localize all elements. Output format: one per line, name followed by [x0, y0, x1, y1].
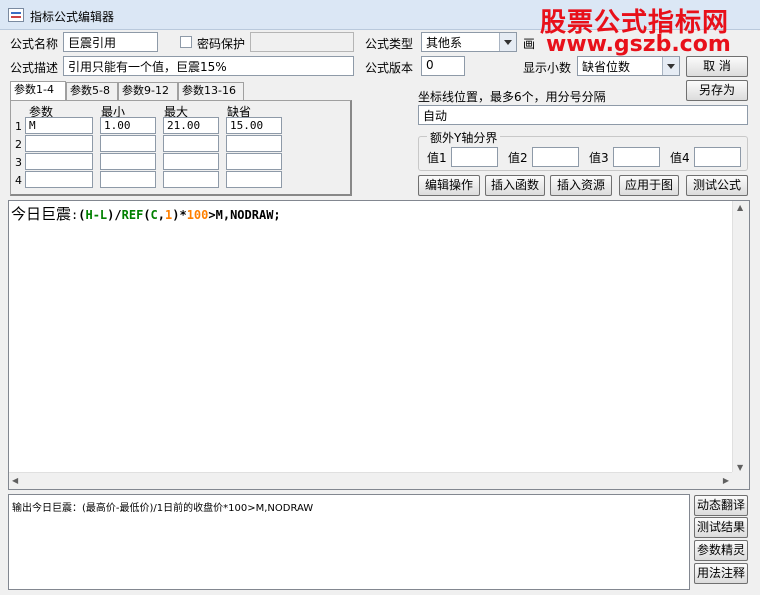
code-token: C — [150, 208, 158, 222]
password-label: 密码保护 — [197, 37, 246, 51]
scroll-right-icon[interactable]: ▶ — [723, 476, 729, 485]
decimal-value: 缺省位数 — [582, 60, 631, 74]
code-token: )* — [172, 208, 187, 222]
draw-label: 画 — [523, 37, 536, 51]
tab-params-5-8[interactable]: 参数5-8 — [66, 82, 118, 100]
insert-function-button[interactable]: 插入函数 — [485, 175, 545, 196]
formula-name-label: 公式名称 — [10, 37, 59, 51]
apply-to-chart-button[interactable]: 应用于图 — [619, 175, 679, 196]
param-min-cell[interactable]: 1.00 — [100, 117, 156, 134]
param-name-cell[interactable] — [25, 171, 93, 188]
code-editor[interactable]: 今日巨震:(H-L)/REF(C,1)*100>M,NODRAW; ▲ ▼ ◀ … — [8, 200, 750, 490]
code-token: ( — [143, 208, 151, 222]
translation-output[interactable]: 输出今日巨震：(最高价-最低价)/1日前的收盘价*100>M,NODRAW — [8, 494, 690, 590]
code-token: 100 — [186, 208, 209, 222]
code-token: H-L — [85, 208, 108, 222]
cancel-button[interactable]: 取 消 — [686, 56, 748, 77]
test-results-button[interactable]: 测试结果 — [694, 517, 748, 538]
param-wizard-button[interactable]: 参数精灵 — [694, 540, 748, 561]
translation-text: 输出今日巨震：(最高价-最低价)/1日前的收盘价*100>M,NODRAW — [12, 503, 314, 514]
test-formula-button[interactable]: 测试公式 — [686, 175, 748, 196]
insert-resource-button[interactable]: 插入资源 — [550, 175, 612, 196]
value3-input[interactable] — [613, 147, 660, 167]
code-variable-name: 今日巨震 — [11, 205, 72, 223]
decimal-label: 显示小数 — [523, 61, 572, 75]
param-default-cell[interactable] — [226, 153, 282, 170]
code-token: )/ — [107, 208, 122, 222]
watermark-logo-url: www.gszb.com — [546, 32, 731, 57]
formula-type-value: 其他系 — [426, 36, 463, 50]
value1-label: 值1 — [427, 151, 447, 165]
formula-name-input[interactable]: 巨震引用 — [63, 32, 158, 52]
formula-type-label: 公式类型 — [365, 37, 414, 51]
value3-label: 值3 — [589, 151, 609, 165]
param-max-cell[interactable] — [163, 153, 219, 170]
param-default-cell[interactable] — [226, 171, 282, 188]
param-name-cell[interactable] — [25, 135, 93, 152]
extra-y-axis-title: 额外Y轴分界 — [427, 129, 501, 146]
axis-position-input[interactable]: 自动 — [418, 105, 748, 125]
value2-label: 值2 — [508, 151, 528, 165]
value4-label: 值4 — [670, 151, 690, 165]
param-min-cell[interactable] — [100, 135, 156, 152]
tab-params-1-4[interactable]: 参数1-4 — [10, 81, 66, 101]
horizontal-scrollbar[interactable]: ◀ ▶ — [9, 472, 732, 489]
dynamic-translate-button[interactable]: 动态翻译 — [694, 495, 748, 516]
param-row-number: 4 — [15, 174, 22, 187]
value2-input[interactable] — [532, 147, 579, 167]
value1-input[interactable] — [451, 147, 498, 167]
param-row-number: 3 — [15, 156, 22, 169]
value4-input[interactable] — [694, 147, 741, 167]
code-line: 今日巨震:(H-L)/REF(C,1)*100>M,NODRAW; — [11, 203, 281, 224]
scroll-down-icon[interactable]: ▼ — [737, 463, 743, 472]
code-token: REF — [121, 208, 144, 222]
password-checkbox[interactable] — [180, 36, 192, 48]
param-table: 参数 最小 最大 缺省 1 M 1.00 21.00 15.00 2 3 4 — [10, 100, 352, 196]
param-name-cell[interactable] — [25, 153, 93, 170]
param-max-cell[interactable] — [163, 171, 219, 188]
scroll-up-icon[interactable]: ▲ — [737, 203, 743, 212]
param-min-cell[interactable] — [100, 153, 156, 170]
code-token: , — [157, 208, 166, 222]
param-min-cell[interactable] — [100, 171, 156, 188]
tab-params-13-16[interactable]: 参数13-16 — [178, 82, 244, 100]
param-default-cell[interactable] — [226, 135, 282, 152]
tab-params-9-12[interactable]: 参数9-12 — [118, 82, 178, 100]
formula-version-input[interactable]: 0 — [421, 56, 465, 76]
code-expression: (H-L)/REF(C,1)*100>M,NODRAW; — [78, 208, 280, 222]
usage-notes-button[interactable]: 用法注释 — [694, 563, 748, 584]
code-token: >M,NODRAW; — [208, 208, 281, 222]
extra-y-axis-group: 额外Y轴分界 值1 值2 值3 值4 — [418, 129, 748, 171]
axis-position-label: 坐标线位置，最多6个，用分号分隔 — [418, 90, 606, 104]
formula-type-select[interactable]: 其他系 — [421, 32, 517, 52]
scrollbar-corner — [732, 472, 749, 489]
formula-version-label: 公式版本 — [365, 61, 414, 75]
param-default-cell[interactable]: 15.00 — [226, 117, 282, 134]
scroll-left-icon[interactable]: ◀ — [12, 476, 18, 485]
chevron-down-icon — [499, 33, 516, 51]
param-row-number: 2 — [15, 138, 22, 151]
formula-desc-label: 公式描述 — [10, 61, 59, 75]
app-icon — [8, 8, 24, 22]
password-input — [250, 32, 354, 52]
formula-desc-input[interactable]: 引用只能有一个值，巨震15% — [63, 56, 354, 76]
param-max-cell[interactable] — [163, 135, 219, 152]
chevron-down-icon — [662, 57, 679, 75]
param-name-cell[interactable]: M — [25, 117, 93, 134]
decimal-select[interactable]: 缺省位数 — [577, 56, 680, 76]
vertical-scrollbar[interactable]: ▲ ▼ — [732, 201, 749, 474]
param-max-cell[interactable]: 21.00 — [163, 117, 219, 134]
param-row-number: 1 — [15, 120, 22, 133]
save-as-button[interactable]: 另存为 — [686, 80, 748, 101]
edit-operations-button[interactable]: 编辑操作 — [418, 175, 480, 196]
window-title: 指标公式编辑器 — [30, 10, 115, 24]
